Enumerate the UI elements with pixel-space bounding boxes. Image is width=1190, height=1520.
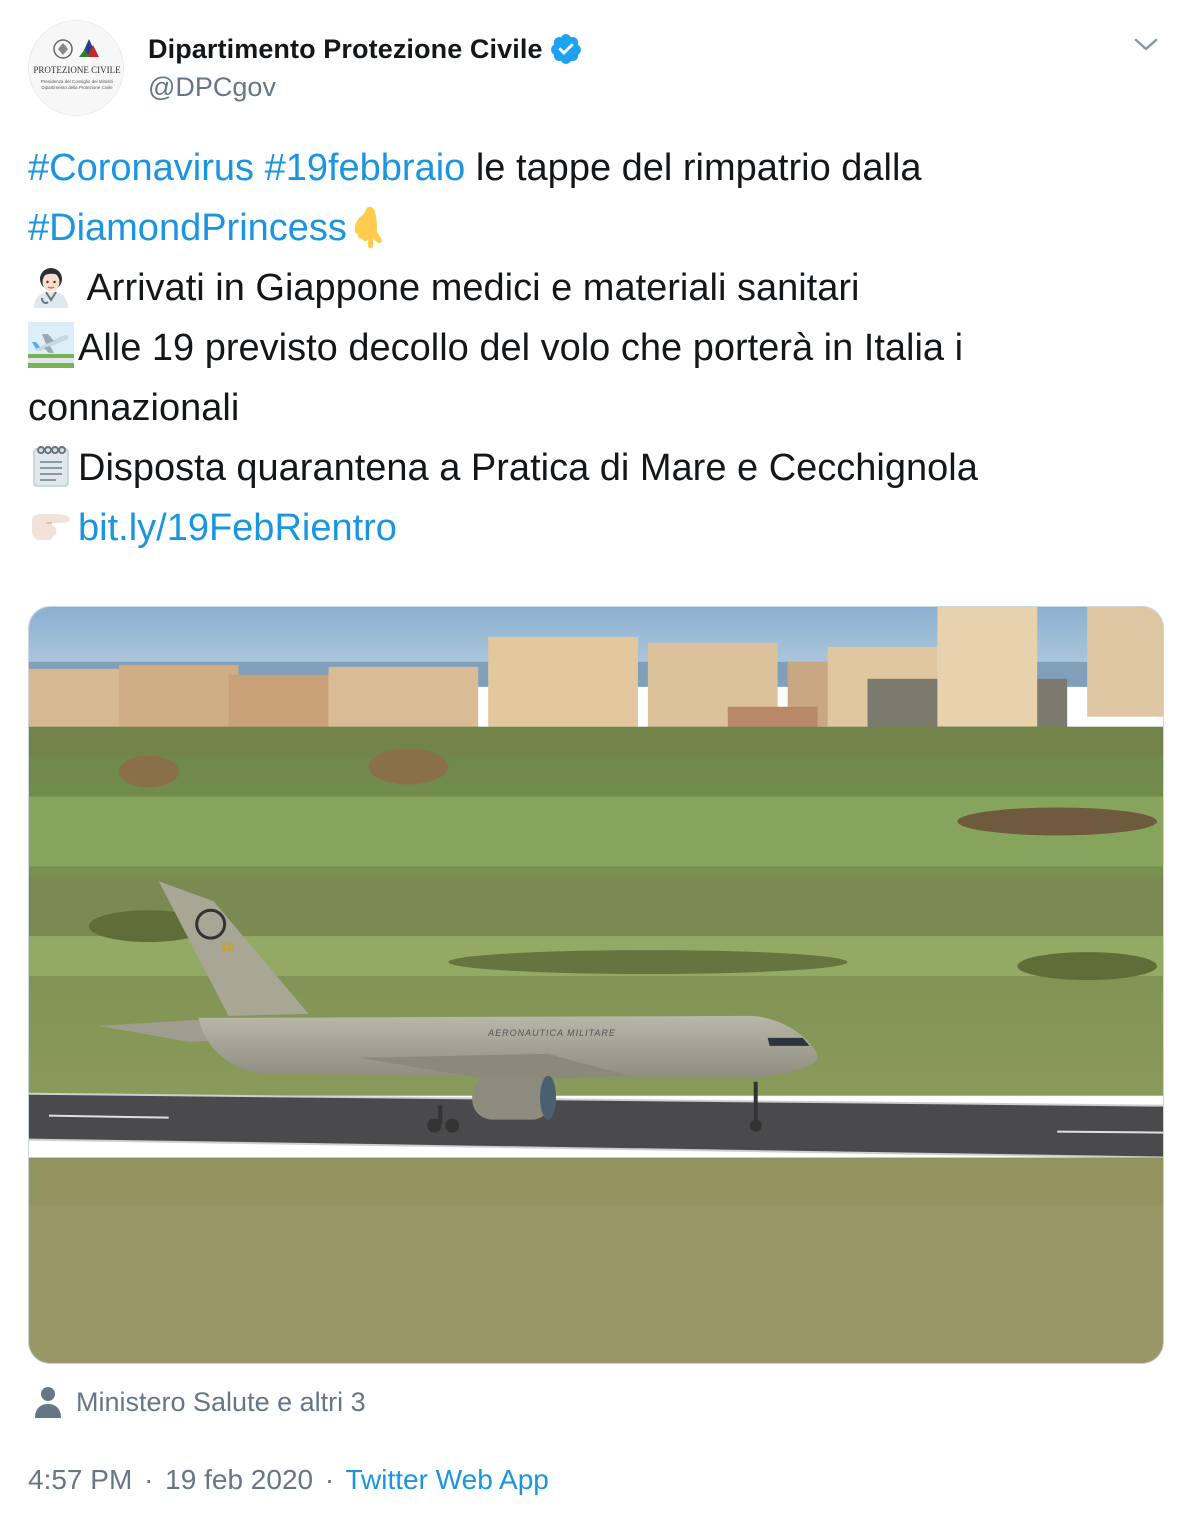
backhand-index-pointing-right-icon [28,502,74,548]
tweet-line-5: connazionali [28,378,1158,438]
tweet-link[interactable]: bit.ly/19FebRientro [78,507,397,549]
user-handle[interactable]: @DPCgov [148,72,276,103]
person-icon [34,1386,62,1418]
logo-sub1: Presidenza del Consiglio dei Ministri [41,79,113,84]
separator: · [144,1464,154,1495]
tweet-header: PROTEZIONE CIVILE Presidenza del Consigl… [28,20,1168,120]
spiral-notepad-icon [28,442,74,488]
tweet-line-2: #DiamondPrincess [28,198,1158,258]
woman-health-worker-icon [28,262,74,308]
tagged-users[interactable]: Ministero Salute e altri 3 [34,1386,366,1418]
name-row: Dipartimento Protezione Civile [148,32,583,66]
protezione-civile-logo: PROTEZIONE CIVILE Presidenza del Consigl… [29,21,123,115]
tweet-photo[interactable]: AERONAUTICA MILITARE 10 [28,606,1164,1364]
tweet-text: #Coronavirus #19febbraio le tappe del ri… [28,138,1158,558]
chevron-down-icon[interactable] [1132,30,1160,58]
airplane-runway-photo: AERONAUTICA MILITARE 10 [29,607,1163,1363]
display-name[interactable]: Dipartimento Protezione Civile [148,34,543,65]
tweet-line-3: Arrivati in Giappone medici e materiali … [28,258,1158,318]
tweet-time[interactable]: 4:57 PM [28,1464,132,1495]
tweet-line-1: #Coronavirus #19febbraio le tappe del ri… [28,138,1158,198]
tweet-line-6-text: Disposta quarantena a Pratica di Mare e … [78,447,978,489]
tweet-date[interactable]: 19 feb 2020 [165,1464,313,1495]
tweet-metadata: 4:57 PM · 19 feb 2020 · Twitter Web App [28,1464,549,1496]
tweet-source[interactable]: Twitter Web App [345,1464,548,1495]
tweet-line-4: Alle 19 previsto decollo del volo che po… [28,318,1158,378]
tweet-line-5-text: connazionali [28,387,240,429]
tagged-users-text: Ministero Salute e altri 3 [76,1386,366,1417]
hashtag-diamondprincess[interactable]: #DiamondPrincess [28,207,347,249]
fuselage-text: AERONAUTICA MILITARE [487,1028,616,1038]
tweet-line-6: Disposta quarantena a Pratica di Mare e … [28,438,1158,498]
airplane-departure-icon [28,322,74,368]
logo-caption: PROTEZIONE CIVILE [33,65,121,75]
tweet-line-4-text: Alle 19 previsto decollo del volo che po… [78,327,964,369]
logo-sub2: Dipartimento della Protezione Civile [41,85,113,90]
hashtag-coronavirus[interactable]: #Coronavirus [28,147,254,189]
tweet-line-3-text: Arrivati in Giappone medici e materiali … [78,267,860,309]
tweet-line-1-text: le tappe del rimpatrio dalla [465,147,922,189]
tweet-line-7: bit.ly/19FebRientro [28,498,1158,558]
verified-badge-icon [549,32,583,66]
separator: · [324,1464,335,1495]
hashtag-19febbraio[interactable]: #19febbraio [265,147,466,189]
backhand-index-pointing-down-icon [347,202,393,248]
svg-text:10: 10 [221,940,235,954]
avatar[interactable]: PROTEZIONE CIVILE Presidenza del Consigl… [28,20,124,116]
